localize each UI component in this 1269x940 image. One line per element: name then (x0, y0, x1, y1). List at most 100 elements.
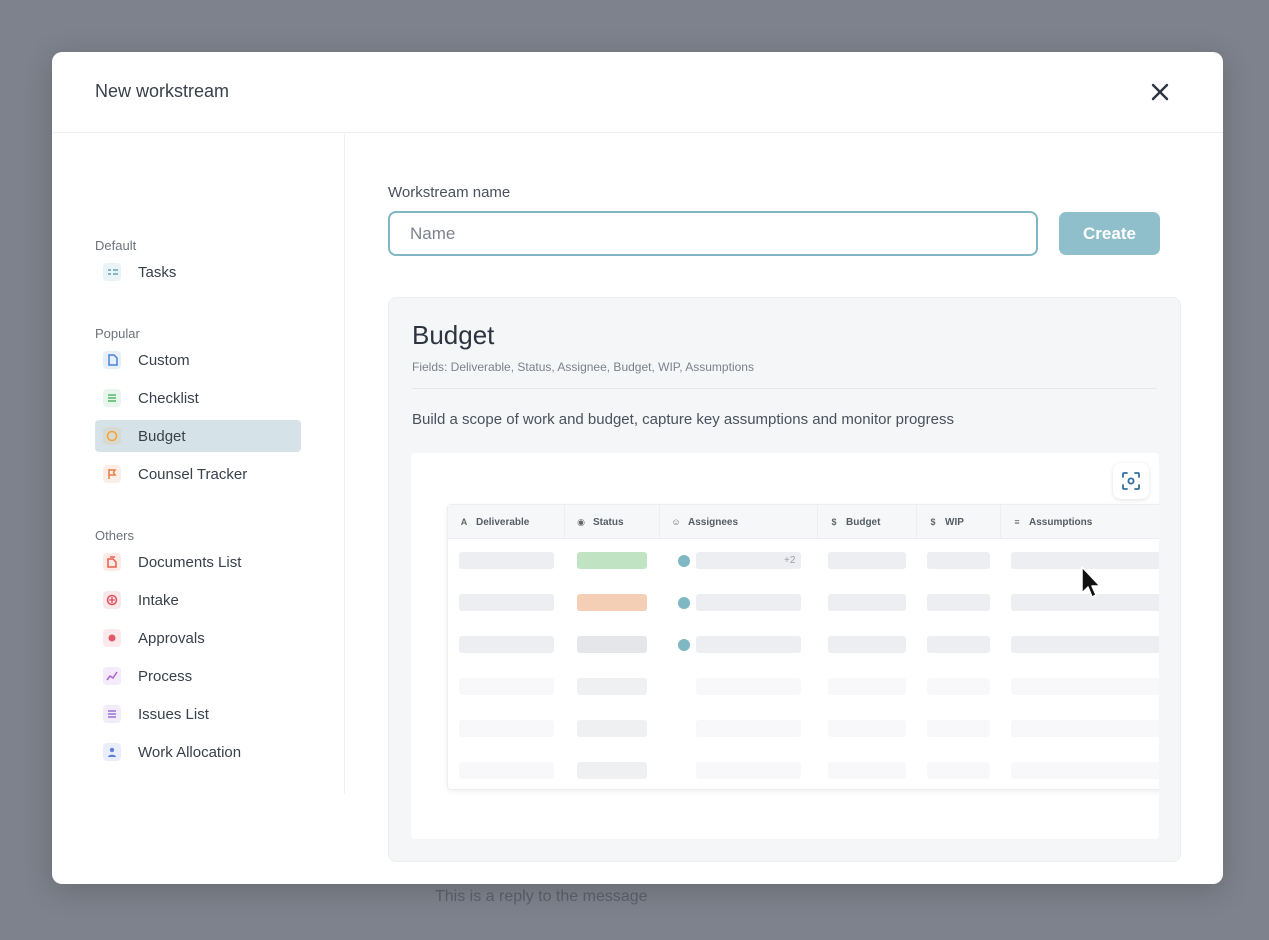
column-label: WIP (945, 516, 964, 528)
assumptions-placeholder (1011, 678, 1159, 695)
budget-placeholder (828, 552, 906, 569)
preview-column-assignees: ☺ Assignees (660, 505, 818, 539)
column-type-icon: A (460, 517, 468, 527)
deliverable-placeholder (459, 678, 554, 695)
status-placeholder (577, 594, 647, 611)
sidebar-item-label: Custom (138, 351, 190, 369)
column-type-icon: ≡ (1014, 517, 1020, 527)
mouse-cursor-icon (1081, 566, 1101, 598)
assumptions-placeholder (1011, 720, 1159, 737)
sidebar-item-label: Counsel Tracker (138, 465, 248, 483)
preview-column-deliverable: A Deliverable (448, 505, 565, 539)
preview-column-status: ◉ Status (565, 505, 660, 539)
deliverable-placeholder (459, 594, 554, 611)
column-label: Assignees (688, 516, 739, 528)
assignee-placeholder (696, 678, 801, 695)
wip-placeholder (927, 594, 990, 611)
sidebar-item-label: Tasks (138, 263, 177, 281)
assignee-placeholder (696, 594, 801, 611)
status-placeholder (577, 762, 647, 779)
wip-placeholder (927, 720, 990, 737)
sidebar-item-custom[interactable]: Custom (95, 344, 301, 376)
assumptions-placeholder (1011, 636, 1159, 653)
preview-column-wip: $ WIP (917, 505, 1001, 539)
sidebar-item-process[interactable]: Process (95, 660, 301, 692)
sidebar-item-issues-list[interactable]: Issues List (95, 698, 301, 730)
preview-fields: Fields: Deliverable, Status, Assignee, B… (412, 360, 754, 374)
close-icon[interactable] (1147, 79, 1173, 105)
avatar (678, 555, 690, 567)
sidebar-item-label: Documents List (138, 553, 242, 571)
status-placeholder (577, 720, 647, 737)
column-label: Deliverable (476, 516, 530, 528)
sidebar-item-budget[interactable]: Budget (95, 420, 301, 452)
tasks-icon (103, 263, 121, 281)
budget-placeholder (828, 636, 906, 653)
deliverable-placeholder (459, 636, 554, 653)
wip-placeholder (927, 678, 990, 695)
sidebar-item-label: Process (138, 667, 193, 685)
preview-table-header: A Deliverable ◉ Status ☺ Assignees $ Budget $ WIP… (448, 505, 1159, 539)
preview-column-assumptions: ≡ Assumptions (1001, 505, 1159, 539)
sidebar-item-counsel-tracker[interactable]: Counsel Tracker (95, 458, 301, 490)
assumptions-placeholder (1011, 762, 1159, 779)
sidebar-item-checklist[interactable]: Checklist (95, 382, 301, 414)
sidebar-item-approvals[interactable]: Approvals (95, 622, 301, 654)
sidebar-item-label: Budget (138, 427, 186, 445)
status-placeholder (577, 678, 647, 695)
column-type-icon: $ (831, 517, 837, 527)
budget-placeholder (828, 594, 906, 611)
column-label: Budget (846, 516, 881, 528)
more-assignees-badge: +2 (784, 555, 796, 566)
flag-icon (103, 465, 121, 483)
sidebar-item-label: Checklist (138, 389, 199, 407)
divider (412, 388, 1157, 389)
preview-description: Build a scope of work and budget, captur… (412, 411, 954, 428)
wip-placeholder (927, 552, 990, 569)
sidebar-item-label: Approvals (138, 629, 205, 647)
group-label-default: Default (95, 238, 137, 253)
column-label: Assumptions (1029, 516, 1093, 528)
sidebar-item-work-allocation[interactable]: Work Allocation (95, 736, 301, 768)
wip-placeholder (927, 636, 990, 653)
deliverable-placeholder (459, 762, 554, 779)
budget-placeholder (828, 678, 906, 695)
background-message-text: This is a reply to the message (435, 888, 648, 905)
process-icon (103, 667, 121, 685)
sidebar-item-label: Intake (138, 591, 179, 609)
sidebar-item-documents-list[interactable]: Documents List (95, 546, 301, 578)
column-type-icon: ◉ (577, 516, 585, 527)
deliverable-placeholder (459, 720, 554, 737)
workstream-name-input[interactable] (388, 211, 1038, 256)
avatar (678, 597, 690, 609)
documents-icon (103, 553, 121, 571)
sidebar-item-label: Issues List (138, 705, 209, 723)
workstream-name-label: Workstream name (388, 184, 511, 201)
assignee-placeholder (696, 762, 801, 779)
expand-preview-icon[interactable] (1113, 463, 1149, 499)
people-icon (103, 743, 121, 761)
status-placeholder (577, 636, 647, 653)
new-workstream-modal: New workstream Default Tasks Popular Custom… (52, 52, 1223, 884)
budget-placeholder (828, 762, 906, 779)
intake-icon (103, 591, 121, 609)
assignee-placeholder (696, 636, 801, 653)
sidebar-item-intake[interactable]: Intake (95, 584, 301, 616)
create-button[interactable]: Create (1059, 212, 1160, 255)
status-placeholder (577, 552, 647, 569)
checklist-icon (103, 389, 121, 407)
preview-title: Budget (412, 320, 495, 350)
preview-image: A Deliverable ◉ Status ☺ Assignees $ Budget $ WIP… (411, 453, 1159, 839)
modal-title: New workstream (95, 81, 230, 101)
preview-table: A Deliverable ◉ Status ☺ Assignees $ Budget $ WIP… (447, 504, 1159, 790)
preview-column-budget: $ Budget (818, 505, 917, 539)
issues-icon (103, 705, 121, 723)
sidebar-item-label: Work Allocation (138, 743, 242, 761)
group-label-others: Others (95, 528, 135, 543)
assignee-placeholder (696, 720, 801, 737)
budget-placeholder (828, 720, 906, 737)
deliverable-placeholder (459, 552, 554, 569)
group-label-popular: Popular (95, 326, 140, 341)
document-icon (103, 351, 121, 369)
sidebar-item-tasks[interactable]: Tasks (95, 256, 301, 288)
